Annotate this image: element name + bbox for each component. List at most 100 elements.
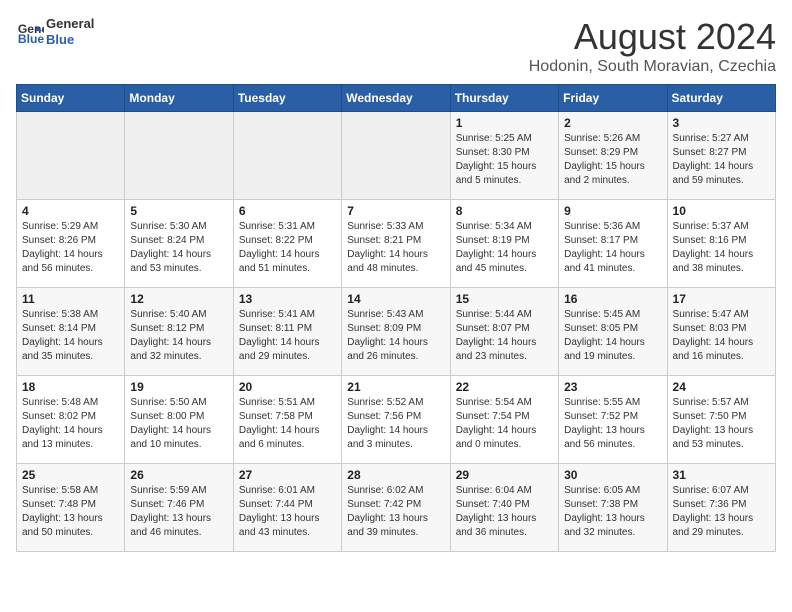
day-info: Sunrise: 6:02 AM Sunset: 7:42 PM Dayligh… [347, 484, 444, 540]
calendar-cell: 2 Sunrise: 5:26 AM Sunset: 8:29 PM Daylig… [559, 112, 667, 200]
day-number: 1 [456, 116, 553, 130]
calendar-cell: 3 Sunrise: 5:27 AM Sunset: 8:27 PM Daylig… [667, 112, 775, 200]
calendar-cell: 7Sunrise: 5:33 AM Sunset: 8:21 PM Daylig… [342, 200, 450, 288]
day-number: 9 [564, 204, 661, 218]
calendar-cell: 20Sunrise: 5:51 AM Sunset: 7:58 PM Dayli… [233, 376, 341, 464]
day-info: Sunrise: 5:33 AM Sunset: 8:21 PM Dayligh… [347, 220, 444, 276]
calendar-cell: 10 Sunrise: 5:37 AM Sunset: 8:16 PM Dayli… [667, 200, 775, 288]
day-info: Sunrise: 5:29 AM Sunset: 8:26 PM Dayligh… [22, 220, 119, 276]
day-number: 28 [347, 468, 444, 482]
day-info: Sunrise: 5:45 AM Sunset: 8:05 PM Dayligh… [564, 308, 661, 364]
day-info: Sunrise: 5:30 AM Sunset: 8:24 PM Dayligh… [130, 220, 227, 276]
logo-text: General Blue [46, 16, 94, 47]
day-number: 27 [239, 468, 336, 482]
day-info: Sunrise: 5:52 AM Sunset: 7:56 PM Dayligh… [347, 396, 444, 452]
logo-line2: Blue [46, 32, 94, 48]
day-number: 26 [130, 468, 227, 482]
calendar-cell [17, 112, 125, 200]
day-number: 16 [564, 292, 661, 306]
weekday-header-friday: Friday [559, 85, 667, 112]
day-info: Sunrise: 5:40 AM Sunset: 8:12 PM Dayligh… [130, 308, 227, 364]
day-number: 3 [673, 116, 770, 130]
calendar-cell: 5 Sunrise: 5:30 AM Sunset: 8:24 PM Daylig… [125, 200, 233, 288]
calendar-table: SundayMondayTuesdayWednesdayThursdayFrid… [16, 84, 776, 552]
day-number: 25 [22, 468, 119, 482]
calendar-cell: 29Sunrise: 6:04 AM Sunset: 7:40 PM Dayli… [450, 464, 558, 552]
day-number: 2 [564, 116, 661, 130]
day-number: 15 [456, 292, 553, 306]
weekday-header-saturday: Saturday [667, 85, 775, 112]
calendar-cell: 14 Sunrise: 5:43 AM Sunset: 8:09 PM Dayli… [342, 288, 450, 376]
day-info: Sunrise: 5:34 AM Sunset: 8:19 PM Dayligh… [456, 220, 553, 276]
calendar-cell: 23 Sunrise: 5:55 AM Sunset: 7:52 PM Dayli… [559, 376, 667, 464]
calendar-cell [342, 112, 450, 200]
day-number: 13 [239, 292, 336, 306]
weekday-header-wednesday: Wednesday [342, 85, 450, 112]
day-number: 6 [239, 204, 336, 218]
calendar-cell [233, 112, 341, 200]
day-info: Sunrise: 6:05 AM Sunset: 7:38 PM Dayligh… [564, 484, 661, 540]
calendar-cell: 22 Sunrise: 5:54 AM Sunset: 7:54 PM Dayli… [450, 376, 558, 464]
day-number: 5 [130, 204, 227, 218]
day-number: 21 [347, 380, 444, 394]
day-number: 12 [130, 292, 227, 306]
day-number: 29 [456, 468, 553, 482]
calendar-cell: 30Sunrise: 6:05 AM Sunset: 7:38 PM Dayli… [559, 464, 667, 552]
calendar-week-5: 25 Sunrise: 5:58 AM Sunset: 7:48 PM Dayli… [17, 464, 776, 552]
day-number: 23 [564, 380, 661, 394]
calendar-cell: 25 Sunrise: 5:58 AM Sunset: 7:48 PM Dayli… [17, 464, 125, 552]
day-info: Sunrise: 5:54 AM Sunset: 7:54 PM Dayligh… [456, 396, 553, 452]
day-info: Sunrise: 5:41 AM Sunset: 8:11 PM Dayligh… [239, 308, 336, 364]
day-info: Sunrise: 5:37 AM Sunset: 8:16 PM Dayligh… [673, 220, 770, 276]
day-number: 20 [239, 380, 336, 394]
day-info: Sunrise: 5:25 AM Sunset: 8:30 PM Dayligh… [456, 132, 553, 188]
page-header: General Blue General Blue August 2024 Ho… [16, 16, 776, 76]
calendar-cell: 8 Sunrise: 5:34 AM Sunset: 8:19 PM Daylig… [450, 200, 558, 288]
day-info: Sunrise: 5:26 AM Sunset: 8:29 PM Dayligh… [564, 132, 661, 188]
day-info: Sunrise: 6:01 AM Sunset: 7:44 PM Dayligh… [239, 484, 336, 540]
calendar-week-3: 11 Sunrise: 5:38 AM Sunset: 8:14 PM Dayli… [17, 288, 776, 376]
calendar-week-4: 18 Sunrise: 5:48 AM Sunset: 8:02 PM Dayli… [17, 376, 776, 464]
calendar-header-row: SundayMondayTuesdayWednesdayThursdayFrid… [17, 85, 776, 112]
day-info: Sunrise: 5:59 AM Sunset: 7:46 PM Dayligh… [130, 484, 227, 540]
title-block: August 2024 Hodonin, South Moravian, Cze… [529, 16, 776, 76]
calendar-cell: 4 Sunrise: 5:29 AM Sunset: 8:26 PM Daylig… [17, 200, 125, 288]
calendar-cell [125, 112, 233, 200]
day-number: 8 [456, 204, 553, 218]
logo: General Blue General Blue [16, 16, 94, 47]
calendar-cell: 17Sunrise: 5:47 AM Sunset: 8:03 PM Dayli… [667, 288, 775, 376]
calendar-cell: 24 Sunrise: 5:57 AM Sunset: 7:50 PM Dayli… [667, 376, 775, 464]
day-number: 10 [673, 204, 770, 218]
day-number: 22 [456, 380, 553, 394]
weekday-header-thursday: Thursday [450, 85, 558, 112]
calendar-cell: 31 Sunrise: 6:07 AM Sunset: 7:36 PM Dayli… [667, 464, 775, 552]
calendar-cell: 21 Sunrise: 5:52 AM Sunset: 7:56 PM Dayli… [342, 376, 450, 464]
calendar-cell: 13 Sunrise: 5:41 AM Sunset: 8:11 PM Dayli… [233, 288, 341, 376]
day-info: Sunrise: 5:38 AM Sunset: 8:14 PM Dayligh… [22, 308, 119, 364]
calendar-week-1: 1 Sunrise: 5:25 AM Sunset: 8:30 PM Daylig… [17, 112, 776, 200]
calendar-cell: 1 Sunrise: 5:25 AM Sunset: 8:30 PM Daylig… [450, 112, 558, 200]
day-info: Sunrise: 5:57 AM Sunset: 7:50 PM Dayligh… [673, 396, 770, 452]
day-number: 24 [673, 380, 770, 394]
day-info: Sunrise: 5:50 AM Sunset: 8:00 PM Dayligh… [130, 396, 227, 452]
calendar-cell: 12 Sunrise: 5:40 AM Sunset: 8:12 PM Dayli… [125, 288, 233, 376]
day-info: Sunrise: 5:48 AM Sunset: 8:02 PM Dayligh… [22, 396, 119, 452]
day-number: 4 [22, 204, 119, 218]
day-number: 18 [22, 380, 119, 394]
calendar-cell: 15Sunrise: 5:44 AM Sunset: 8:07 PM Dayli… [450, 288, 558, 376]
day-info: Sunrise: 5:36 AM Sunset: 8:17 PM Dayligh… [564, 220, 661, 276]
day-info: Sunrise: 5:55 AM Sunset: 7:52 PM Dayligh… [564, 396, 661, 452]
logo-line1: General [46, 16, 94, 32]
logo-icon: General Blue [16, 18, 44, 46]
calendar-cell: 18 Sunrise: 5:48 AM Sunset: 8:02 PM Dayli… [17, 376, 125, 464]
calendar-cell: 16 Sunrise: 5:45 AM Sunset: 8:05 PM Dayli… [559, 288, 667, 376]
day-number: 11 [22, 292, 119, 306]
weekday-header-sunday: Sunday [17, 85, 125, 112]
day-info: Sunrise: 5:27 AM Sunset: 8:27 PM Dayligh… [673, 132, 770, 188]
day-info: Sunrise: 6:07 AM Sunset: 7:36 PM Dayligh… [673, 484, 770, 540]
day-number: 31 [673, 468, 770, 482]
day-info: Sunrise: 5:43 AM Sunset: 8:09 PM Dayligh… [347, 308, 444, 364]
day-info: Sunrise: 5:58 AM Sunset: 7:48 PM Dayligh… [22, 484, 119, 540]
calendar-week-2: 4 Sunrise: 5:29 AM Sunset: 8:26 PM Daylig… [17, 200, 776, 288]
day-number: 14 [347, 292, 444, 306]
